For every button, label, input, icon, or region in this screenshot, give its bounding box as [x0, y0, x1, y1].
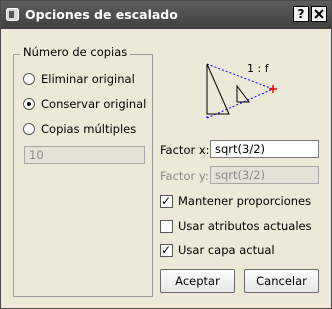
factor-x-input[interactable]: sqrt(3/2)	[210, 140, 319, 158]
radio-label: Eliminar original	[41, 72, 135, 86]
app-icon	[6, 8, 19, 21]
copies-group	[13, 54, 153, 297]
radio-label: Conservar original	[41, 97, 147, 111]
close-icon	[314, 9, 324, 19]
copies-count-input[interactable]: 10	[24, 146, 145, 164]
accept-button[interactable]: Aceptar	[160, 269, 235, 293]
scale-diagram: 1 : f	[206, 62, 277, 119]
checkbox-label: Usar atributos actuales	[178, 219, 312, 233]
close-button[interactable]	[311, 6, 327, 22]
factor-y-label: Factor y:	[160, 169, 209, 183]
copies-group-title: Número de copias	[20, 45, 131, 59]
radio-label: Copias múltiples	[41, 122, 137, 136]
use-current-attributes-option[interactable]: Usar atributos actuales	[160, 218, 312, 234]
title-bar[interactable]: Opciones de escalado ?	[1, 1, 331, 29]
factor-x-label: Factor x:	[160, 143, 210, 157]
radio-keep-original[interactable]: Conservar original	[23, 96, 146, 112]
checkbox[interactable]	[160, 194, 173, 208]
cancel-button[interactable]: Cancelar	[244, 269, 319, 293]
radio-delete-original[interactable]: Eliminar original	[23, 71, 135, 87]
ratio-label: 1 : f	[247, 62, 270, 75]
radio-multiple-copies[interactable]: Copias múltiples	[23, 121, 136, 137]
radio-button[interactable]	[23, 98, 35, 110]
checkbox-label: Mantener proporciones	[178, 194, 312, 208]
checkbox-label: Usar capa actual	[178, 243, 275, 257]
radio-button[interactable]	[23, 73, 35, 85]
radio-button[interactable]	[23, 123, 35, 135]
factor-y-input[interactable]: sqrt(3/2)	[210, 166, 319, 184]
window-title: Opciones de escalado	[25, 7, 178, 22]
checkbox[interactable]	[160, 243, 173, 257]
scale-options-dialog: Opciones de escalado ? Número de copias …	[0, 0, 332, 309]
help-button[interactable]: ?	[293, 6, 309, 22]
checkbox[interactable]	[160, 219, 173, 233]
keep-proportions-option[interactable]: Mantener proporciones	[160, 193, 311, 209]
use-current-layer-option[interactable]: Usar capa actual	[160, 242, 275, 258]
